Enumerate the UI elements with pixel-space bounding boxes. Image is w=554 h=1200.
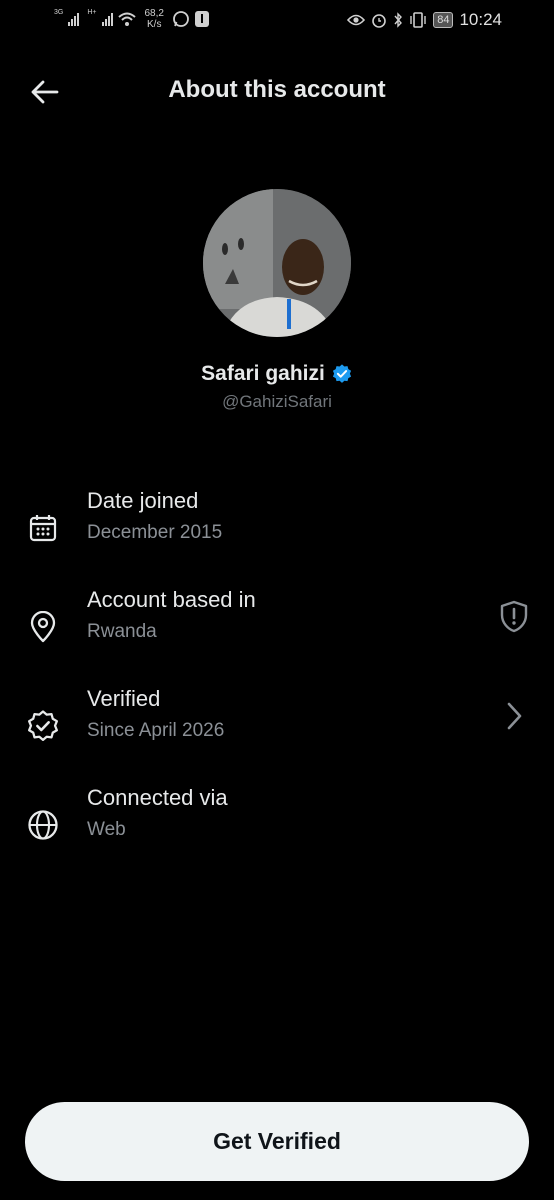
globe-icon — [23, 805, 63, 845]
page-title: About this account — [168, 76, 386, 103]
get-verified-button[interactable]: Get Verified — [25, 1102, 529, 1181]
profile-name: Safari gahizi — [201, 362, 325, 385]
shield-alert-icon[interactable] — [496, 597, 532, 637]
row-date-joined: Date joined December 2015 — [0, 488, 554, 568]
network-type-2: H+ — [87, 8, 97, 16]
row-connected-via: Connected via Web — [0, 785, 554, 865]
bluetooth-icon — [394, 12, 403, 28]
network-speed-value: 68,2 — [144, 8, 164, 19]
eye-comfort-icon — [347, 14, 366, 26]
network-speed: 68,2 K/s — [145, 8, 164, 30]
verified-badge-outline-icon — [23, 706, 63, 746]
network-type-1: 3G — [54, 8, 64, 16]
row-value: December 2015 — [87, 522, 223, 543]
battery-level: 84 — [433, 12, 454, 28]
row-value: Rwanda — [87, 621, 157, 642]
row-account-based-in: Account based in Rwanda — [0, 587, 554, 667]
verified-badge-icon — [332, 364, 351, 383]
row-label: Verified — [87, 686, 161, 711]
row-label: Date joined — [87, 488, 199, 513]
signal-strength-icon — [68, 12, 80, 26]
calendar-icon — [23, 508, 63, 548]
row-label: Account based in — [87, 587, 256, 612]
whatsapp-icon — [173, 11, 189, 27]
profile-name-row: Safari gahizi — [0, 362, 554, 386]
status-bar-right: 84 10:24 — [347, 10, 502, 30]
alarm-icon — [372, 14, 387, 28]
app-header: About this account — [0, 64, 554, 120]
row-value: Since April 2026 — [87, 720, 225, 741]
row-label: Connected via — [87, 785, 228, 810]
row-verified[interactable]: Verified Since April 2026 — [0, 686, 554, 766]
profile-handle: @GahiziSafari — [222, 392, 332, 411]
vibrate-icon — [410, 12, 426, 28]
profile-photo — [203, 189, 351, 337]
status-bar-left: 3G H+ 68,2 K/s — [54, 8, 210, 30]
status-time: 10:24 — [459, 10, 502, 29]
notification-app-icon — [194, 11, 209, 27]
location-pin-icon — [23, 607, 63, 647]
signal-strength-icon-2 — [101, 12, 113, 26]
row-value: Web — [87, 819, 126, 840]
network-speed-unit: K/s — [147, 19, 162, 30]
status-bar: 3G H+ 68,2 K/s 84 10:24 — [0, 0, 554, 42]
wifi-icon — [117, 12, 136, 26]
chevron-right-icon — [496, 696, 532, 736]
avatar[interactable] — [203, 189, 351, 337]
